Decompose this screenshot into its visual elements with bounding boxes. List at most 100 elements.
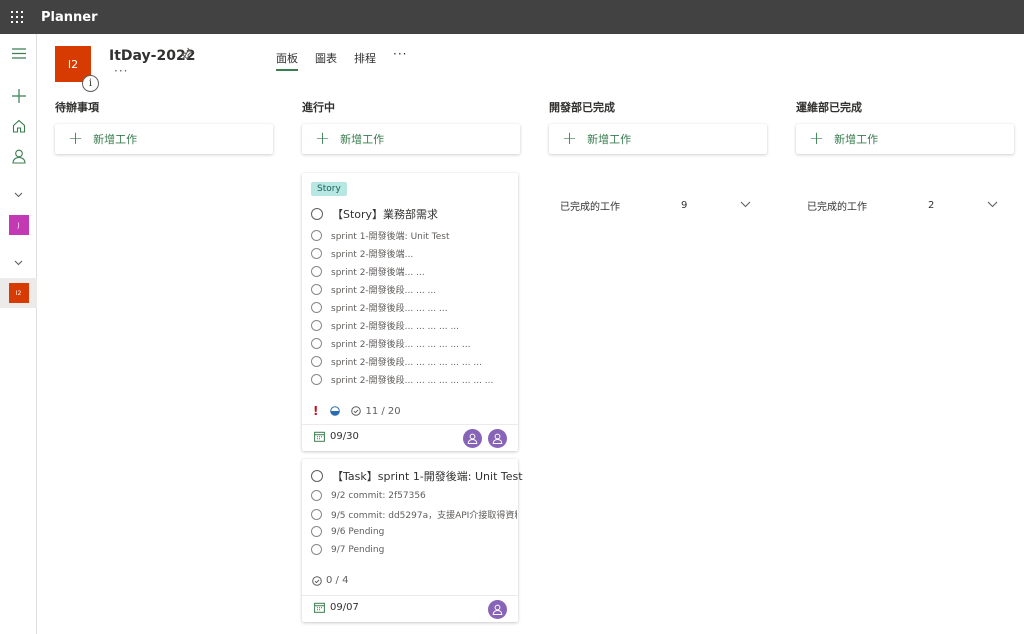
hamburger-icon — [11, 47, 26, 59]
complete-task-checkbox[interactable] — [311, 470, 323, 482]
checklist-checkbox[interactable] — [311, 526, 322, 537]
views-more-button[interactable]: ··· — [393, 47, 407, 68]
my-tasks-button[interactable] — [0, 141, 37, 171]
bucket-title[interactable]: 運維部已完成 — [796, 96, 1014, 120]
checklist-progress: 0 / 4 — [326, 575, 349, 586]
bucket-todo: 待辦事項 + 新增工作 — [55, 96, 273, 154]
checklist-checkbox[interactable] — [311, 356, 322, 367]
task-card[interactable]: 【Task】sprint 1-開發後端: Unit Test 9/2 commi… — [302, 459, 523, 622]
urgent-priority-icon: ! — [313, 404, 319, 418]
checklist-checkbox[interactable] — [311, 490, 322, 501]
bucket-title[interactable]: 進行中 — [302, 96, 520, 120]
checklist-checkbox[interactable] — [311, 248, 322, 259]
complete-task-checkbox[interactable] — [311, 208, 323, 220]
app-title[interactable]: Planner — [41, 10, 98, 25]
bucket-in-progress: 進行中 + 新增工作 — [302, 96, 520, 154]
rail-plan-i2[interactable]: I2 — [0, 278, 37, 308]
due-date-text: 09/30 — [330, 431, 359, 442]
assignee-avatar[interactable] — [488, 429, 507, 448]
chevron-down-icon — [740, 201, 751, 208]
checklist-checkbox[interactable] — [311, 266, 322, 277]
home-icon — [12, 119, 25, 133]
plus-icon: + — [68, 128, 84, 149]
task-title-row: 【Task】sprint 1-開發後端: Unit Test — [311, 468, 523, 484]
checklist-item: 9/6 Pending — [311, 526, 517, 537]
checklist-checkbox[interactable] — [311, 230, 322, 241]
chevron-down-icon — [14, 260, 23, 266]
bucket-title[interactable]: 待辦事項 — [55, 96, 273, 120]
left-rail: J I2 — [0, 34, 37, 634]
add-task-label: 新增工作 — [587, 133, 632, 146]
checklist-item: sprint 2-開發後段... ... ... — [311, 283, 517, 296]
waffle-icon — [11, 11, 23, 23]
planner-hub-button[interactable] — [0, 111, 37, 141]
checklist-item: sprint 2-開發後端... — [311, 247, 517, 260]
checklist-checkbox[interactable] — [311, 338, 322, 349]
pin-icon — [181, 47, 193, 60]
info-icon[interactable]: i — [82, 75, 99, 92]
checklist-text: sprint 2-開發後段... ... ... ... ... ... ...… — [331, 376, 494, 386]
checklist-item: sprint 2-開發後段... ... ... ... — [311, 301, 517, 314]
checklist-text: sprint 2-開發後端... ... — [331, 268, 425, 278]
add-task-label: 新增工作 — [340, 133, 385, 146]
label-chip: Story — [311, 182, 347, 196]
checklist-checkbox[interactable] — [311, 374, 322, 385]
add-task-label: 新增工作 — [93, 133, 138, 146]
assignee-avatar[interactable] — [463, 429, 482, 448]
task-card[interactable]: Story 【Story】業務部需求 sprint 1-開發後端: Unit T… — [302, 173, 518, 451]
tab-schedule[interactable]: 排程 — [354, 50, 376, 71]
person-icon — [492, 433, 503, 444]
task-title: 【Task】sprint 1-開發後端: Unit Test — [332, 470, 523, 483]
task-meta: 0 / 4 — [312, 575, 348, 586]
add-task-button[interactable]: + 新增工作 — [55, 124, 273, 154]
checklist-checkbox[interactable] — [311, 320, 322, 331]
checklist-text: sprint 2-開發後段... ... ... ... — [331, 304, 448, 314]
calendar-icon — [314, 431, 325, 442]
checklist-text: sprint 2-開發後段... ... ... ... ... — [331, 322, 460, 332]
checklist-item: sprint 2-開發後段... ... ... ... ... — [311, 319, 517, 332]
hamburger-button[interactable] — [0, 38, 37, 68]
checklist-progress: 11 / 20 — [365, 405, 401, 417]
plus-icon: + — [809, 128, 825, 149]
expand-recent-button[interactable] — [0, 180, 37, 210]
checklist-item: sprint 1-開發後端: Unit Test — [311, 229, 517, 242]
add-task-button[interactable]: + 新增工作 — [549, 124, 767, 154]
checklist-icon — [351, 406, 362, 416]
checklist-item: 9/5 commit: dd5297a，支援API介接取得資料 — [311, 508, 517, 521]
checklist-text: sprint 2-開發後段... ... ... ... ... ... ... — [331, 358, 482, 368]
completed-tasks-toggle[interactable]: 已完成的工作 2 — [807, 198, 1003, 213]
add-task-label: 新增工作 — [834, 133, 879, 146]
plus-icon — [11, 89, 26, 103]
completed-count: 9 — [681, 199, 688, 211]
pin-button[interactable] — [181, 47, 193, 63]
checklist-text: 9/6 Pending — [331, 526, 385, 537]
checklist-checkbox[interactable] — [311, 509, 322, 520]
checklist-checkbox[interactable] — [311, 544, 322, 555]
new-plan-button[interactable] — [0, 81, 37, 111]
calendar-icon — [314, 602, 325, 613]
add-task-button[interactable]: + 新增工作 — [796, 124, 1014, 154]
checklist-item: sprint 2-開發後端... ... — [311, 265, 517, 278]
bucket-ops-done: 運維部已完成 + 新增工作 — [796, 96, 1014, 154]
card-divider — [302, 424, 518, 425]
tab-charts[interactable]: 圖表 — [315, 50, 337, 71]
app-launcher-button[interactable] — [0, 0, 34, 34]
in-progress-icon — [330, 406, 341, 416]
add-task-button[interactable]: + 新增工作 — [302, 124, 520, 154]
plan-avatar: I2 — [8, 283, 29, 303]
tab-board[interactable]: 面板 — [276, 50, 298, 71]
assignee-avatar[interactable] — [488, 600, 507, 619]
plan-more-button[interactable]: ··· — [114, 64, 128, 78]
due-date: 09/30 — [314, 431, 359, 442]
checklist-checkbox[interactable] — [311, 302, 322, 313]
task-meta: ! 11 / 20 — [312, 404, 401, 418]
expand-pinned-button[interactable] — [0, 248, 37, 278]
checklist-item: sprint 2-開發後段... ... ... ... ... ... ...… — [311, 373, 517, 386]
rail-plan-j[interactable]: J — [0, 210, 37, 240]
bucket-title[interactable]: 開發部已完成 — [549, 96, 767, 120]
completed-tasks-toggle[interactable]: 已完成的工作 9 — [560, 198, 756, 213]
checklist-item: 9/7 Pending — [311, 544, 517, 555]
due-date-text: 09/07 — [330, 602, 359, 613]
checklist-checkbox[interactable] — [311, 284, 322, 295]
task-title: 【Story】業務部需求 — [332, 208, 439, 221]
